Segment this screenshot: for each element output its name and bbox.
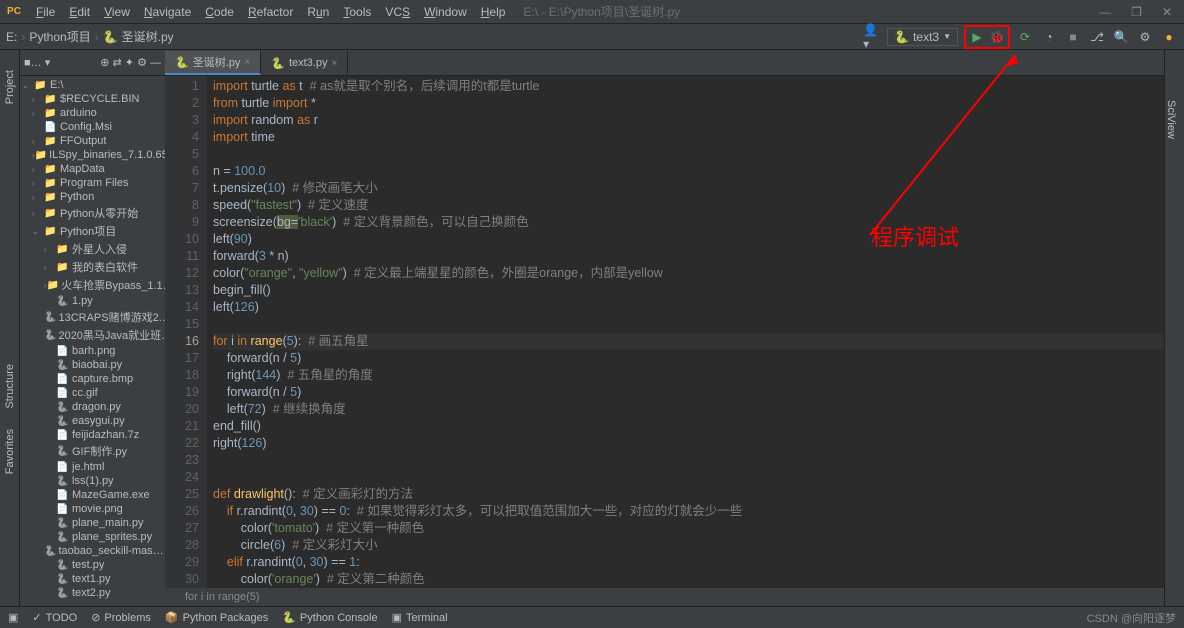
coverage-button[interactable]: ⟳: [1016, 28, 1034, 46]
tree-item[interactable]: movie.png: [20, 502, 165, 516]
menu-code[interactable]: Code: [199, 3, 240, 21]
code-crumb[interactable]: for i in range(5): [165, 588, 1164, 606]
maximize-button[interactable]: ❐: [1125, 5, 1148, 19]
tree-item[interactable]: ›我的表白软件: [20, 258, 165, 276]
project-tool-tab[interactable]: Project: [4, 70, 16, 104]
tree-item[interactable]: lss(1).py: [20, 474, 165, 488]
window-title: E:\ - E:\Python项目\圣诞树.py: [523, 3, 680, 20]
tree-item[interactable]: feijidazhan.7z: [20, 428, 165, 442]
tree-item[interactable]: barh.png: [20, 344, 165, 358]
watermark: CSDN @向阳逐梦: [1087, 610, 1176, 626]
tree-item[interactable]: 2020黑马Java就业班…: [20, 326, 165, 344]
tree-item[interactable]: Config.Msi: [20, 120, 165, 134]
main-menu: File Edit View Navigate Code Refactor Ru…: [30, 3, 511, 21]
tree-item[interactable]: GIF制作.py: [20, 442, 165, 460]
breadcrumb-folder[interactable]: Python项目: [29, 28, 90, 45]
tree-item[interactable]: plane_sprites.py: [20, 530, 165, 544]
tree-item[interactable]: ›arduino: [20, 106, 165, 120]
tree-item[interactable]: 1.py: [20, 294, 165, 308]
search-everywhere-icon[interactable]: 🔍: [1112, 28, 1130, 46]
menu-file[interactable]: File: [30, 3, 61, 21]
menu-view[interactable]: View: [98, 3, 136, 21]
tree-item[interactable]: easygui.py: [20, 414, 165, 428]
tab-shengdanshu[interactable]: 🐍 圣诞树.py ×: [165, 51, 261, 75]
left-toolbar: Project Structure Favorites: [0, 50, 20, 606]
tree-item[interactable]: ›Python: [20, 190, 165, 204]
menu-help[interactable]: Help: [475, 3, 512, 21]
user-icon[interactable]: 👤▾: [863, 28, 881, 46]
tree-item[interactable]: ›外星人入侵: [20, 240, 165, 258]
run-debug-group: ▶ 🐞: [964, 25, 1010, 49]
tree-item[interactable]: dragon.py: [20, 400, 165, 414]
problems-tool[interactable]: ⊘ Problems: [91, 611, 151, 624]
pycharm-logo: PC: [6, 4, 22, 20]
menu-window[interactable]: Window: [418, 3, 473, 21]
python-console-tool[interactable]: 🐍 Python Console: [282, 611, 377, 624]
menu-tools[interactable]: Tools: [337, 3, 377, 21]
vcs-button[interactable]: ⎇: [1088, 28, 1106, 46]
tree-item[interactable]: capture.bmp: [20, 372, 165, 386]
tree-item[interactable]: biaobai.py: [20, 358, 165, 372]
menu-navigate[interactable]: Navigate: [138, 3, 197, 21]
tree-item[interactable]: cc.gif: [20, 386, 165, 400]
tree-item[interactable]: ›MapData: [20, 162, 165, 176]
menu-run[interactable]: Run: [301, 3, 335, 21]
terminal-tool[interactable]: ▣ Terminal: [392, 611, 448, 624]
structure-tool-tab[interactable]: Structure: [4, 364, 16, 409]
close-button[interactable]: ✕: [1156, 5, 1178, 19]
breadcrumb[interactable]: E: › Python项目 › 🐍 圣诞树.py: [6, 28, 174, 45]
breadcrumb-file[interactable]: 圣诞树.py: [122, 28, 174, 45]
sciview-tab[interactable]: SciView: [1165, 50, 1177, 139]
tree-item[interactable]: ›$RECYCLE.BIN: [20, 92, 165, 106]
debug-button[interactable]: 🐞: [988, 28, 1006, 46]
ide-errors-icon[interactable]: ●: [1160, 28, 1178, 46]
tree-item[interactable]: text2.py: [20, 586, 165, 600]
tree-item[interactable]: ⌄Python项目: [20, 222, 165, 240]
code-editor[interactable]: 1234567891011121314151617181920212223242…: [165, 76, 1164, 588]
stop-button[interactable]: ■: [1064, 28, 1082, 46]
tree-item[interactable]: 13CRAPS赌博游戏2.…: [20, 308, 165, 326]
tree-item[interactable]: je.html: [20, 460, 165, 474]
right-toolbar: SciView: [1164, 50, 1184, 606]
tree-item[interactable]: ›ILSpy_binaries_7.1.0.65…: [20, 148, 165, 162]
menu-edit[interactable]: Edit: [63, 3, 96, 21]
profile-button[interactable]: ◔: [1040, 28, 1058, 46]
tree-item[interactable]: text1.py: [20, 572, 165, 586]
editor-tabs: 🐍 圣诞树.py × 🐍 text3.py ×: [165, 50, 1164, 76]
tree-item[interactable]: ›Program Files: [20, 176, 165, 190]
tree-item[interactable]: MazeGame.exe: [20, 488, 165, 502]
tree-item[interactable]: taobao_seckill-mas…: [20, 544, 165, 558]
project-view-select[interactable]: ■… ▾: [24, 56, 50, 69]
show-tool-windows-icon[interactable]: ▣: [8, 611, 18, 624]
tree-item[interactable]: ›Python从零开始: [20, 204, 165, 222]
menu-refactor[interactable]: Refactor: [242, 3, 299, 21]
tree-item[interactable]: plane_main.py: [20, 516, 165, 530]
run-button[interactable]: ▶: [968, 28, 986, 46]
run-configuration-select[interactable]: 🐍text3▼: [887, 28, 958, 46]
breadcrumb-root[interactable]: E:: [6, 30, 17, 44]
todo-tool[interactable]: ✓ TODO: [32, 611, 77, 624]
settings-icon[interactable]: ⚙: [1136, 28, 1154, 46]
tree-item[interactable]: ›FFOutput: [20, 134, 165, 148]
python-packages-tool[interactable]: 📦 Python Packages: [165, 611, 268, 624]
tab-text3[interactable]: 🐍 text3.py ×: [261, 51, 348, 75]
project-tree: ■… ▾ ⊕ ⇄ ✦ ⚙ — ⌄E:\›$RECYCLE.BIN›arduino…: [20, 50, 165, 606]
minimize-button[interactable]: —: [1093, 5, 1117, 19]
menu-vcs[interactable]: VCS: [379, 3, 416, 21]
favorites-tool-tab[interactable]: Favorites: [4, 429, 16, 474]
tree-item[interactable]: test.py: [20, 558, 165, 572]
tree-item[interactable]: ›火车抢票Bypass_1.1…: [20, 276, 165, 294]
